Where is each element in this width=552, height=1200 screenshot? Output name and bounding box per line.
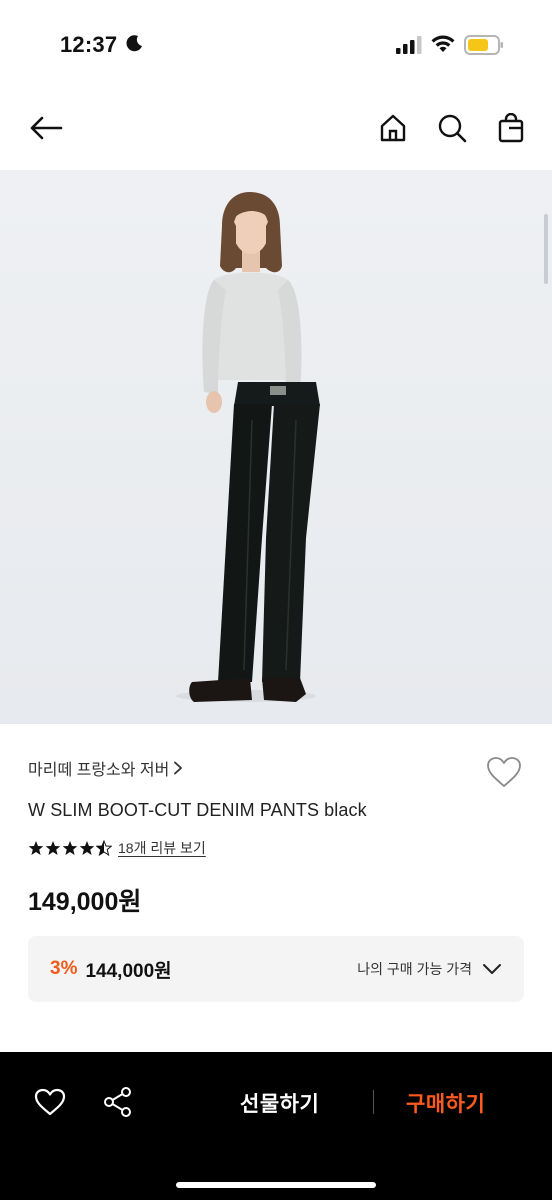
- image-scroll-indicator: [544, 214, 548, 284]
- gift-button[interactable]: 선물하기: [240, 1088, 319, 1118]
- status-time: 12:37: [60, 32, 118, 57]
- product-image[interactable]: [0, 170, 552, 724]
- status-bar: 12:37: [0, 0, 552, 90]
- buy-button[interactable]: 구매하기: [406, 1088, 485, 1118]
- search-icon: [438, 114, 467, 143]
- wifi-icon: [431, 35, 455, 52]
- my-price-toggle[interactable]: 나의 구매 가능 가격: [357, 959, 502, 979]
- shopping-bag-button[interactable]: [489, 106, 533, 150]
- chevron-down-icon: [483, 964, 501, 974]
- top-nav-bar: [0, 90, 552, 170]
- star-icon: [28, 841, 44, 855]
- home-indicator: [176, 1182, 376, 1188]
- signal-icon: [396, 36, 422, 54]
- share-button[interactable]: [98, 1082, 138, 1122]
- star-icon: [79, 841, 95, 855]
- review-link[interactable]: 18개 리뷰 보기: [118, 838, 206, 858]
- heart-outline-icon: [487, 757, 521, 787]
- discount-price: 144,000원: [85, 960, 172, 982]
- back-arrow-icon: [30, 116, 63, 140]
- home-button[interactable]: [371, 106, 415, 150]
- wishlist-button[interactable]: [484, 752, 524, 792]
- star-icon: [62, 841, 78, 855]
- discount-rate: 3%: [50, 958, 78, 979]
- chevron-right-icon: [174, 761, 183, 775]
- brand-link[interactable]: 마리떼 프랑소와 저버: [28, 756, 183, 780]
- star-icon: [45, 841, 61, 855]
- search-button[interactable]: [430, 106, 474, 150]
- home-icon: [380, 114, 406, 142]
- product-name: W SLIM BOOT-CUT DENIM PANTS black: [28, 800, 367, 820]
- product-price: 149,000원: [28, 888, 142, 916]
- rating-row: 18개 리뷰 보기: [28, 838, 206, 858]
- share-icon: [104, 1087, 131, 1117]
- star-half-icon: [96, 840, 112, 856]
- brand-name: 마리떼 프랑소와 저버: [28, 762, 170, 779]
- model-photo: [176, 192, 320, 702]
- back-button[interactable]: [24, 106, 68, 150]
- star-rating: [28, 840, 112, 856]
- bottom-action-bar: 선물하기 구매하기: [0, 1052, 552, 1200]
- discount-box[interactable]: 3% 144,000원 나의 구매 가능 가격: [28, 936, 524, 1002]
- battery-icon: [464, 35, 503, 55]
- shopping-bag-icon: [498, 113, 524, 143]
- moon-icon: [126, 35, 142, 52]
- bottom-divider: [373, 1090, 374, 1114]
- heart-icon: [34, 1088, 66, 1116]
- bottom-wishlist-button[interactable]: [30, 1082, 70, 1122]
- my-price-label: 나의 구매 가능 가격: [357, 961, 472, 977]
